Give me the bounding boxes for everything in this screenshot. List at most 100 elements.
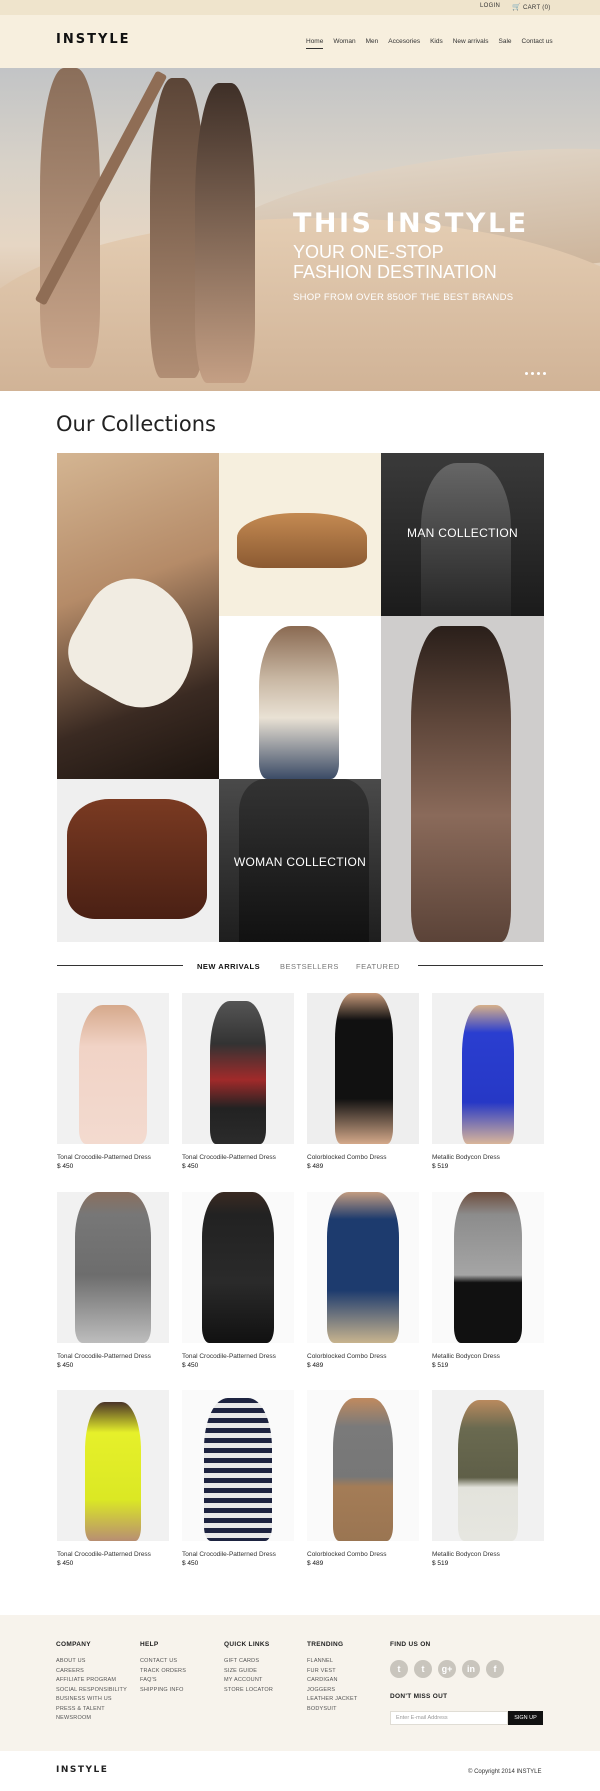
product-name[interactable]: Tonal Crocodile-Patterned Dress bbox=[182, 1353, 294, 1360]
product-image[interactable] bbox=[57, 1390, 169, 1541]
product-name[interactable]: Colorblocked Combo Dress bbox=[307, 1154, 419, 1161]
tab-new-arrivals[interactable]: NEW ARRIVALS bbox=[197, 962, 260, 971]
product-image[interactable] bbox=[432, 1390, 544, 1541]
product-name[interactable]: Colorblocked Combo Dress bbox=[307, 1353, 419, 1360]
cart-label: CART (0) bbox=[523, 5, 551, 11]
product-image[interactable] bbox=[307, 993, 419, 1144]
footer-heading: HELP bbox=[140, 1641, 159, 1648]
footer-link[interactable]: SHIPPING INFO bbox=[140, 1686, 186, 1696]
product-image[interactable] bbox=[182, 993, 294, 1144]
product-image[interactable] bbox=[432, 1192, 544, 1343]
footer-link[interactable]: BODYSUIT bbox=[307, 1705, 357, 1715]
product-name[interactable]: Tonal Crocodile-Patterned Dress bbox=[57, 1353, 169, 1360]
collection-sneaker-tile[interactable] bbox=[57, 453, 219, 779]
product-name[interactable]: Metallic Bodycon Dress bbox=[432, 1154, 544, 1161]
slider-dot[interactable] bbox=[531, 372, 534, 375]
hero-banner[interactable]: THIS INSTYLE YOUR ONE-STOP FASHION DESTI… bbox=[0, 68, 600, 391]
product-name[interactable]: Tonal Crocodile-Patterned Dress bbox=[182, 1154, 294, 1161]
footer-link[interactable]: MY ACCOUNT bbox=[224, 1676, 273, 1686]
product-name[interactable]: Colorblocked Combo Dress bbox=[307, 1551, 419, 1558]
product-image[interactable] bbox=[57, 1192, 169, 1343]
product-name[interactable]: Tonal Crocodile-Patterned Dress bbox=[57, 1154, 169, 1161]
product-card[interactable]: Colorblocked Combo Dress $ 489 bbox=[307, 1192, 419, 1369]
footer-link[interactable]: CAREERS bbox=[56, 1667, 127, 1677]
product-image[interactable] bbox=[182, 1390, 294, 1541]
cart-link[interactable]: 🛒 CART (0) bbox=[512, 3, 551, 11]
collection-man-tile[interactable]: MAN COLLECTION bbox=[381, 453, 544, 616]
footer-link[interactable]: FUR VEST bbox=[307, 1667, 357, 1677]
footer-heading: FIND US ON bbox=[390, 1641, 431, 1648]
twitter-icon[interactable]: t bbox=[414, 1660, 432, 1678]
footer-link[interactable]: NEWSROOM bbox=[56, 1714, 127, 1724]
product-image[interactable] bbox=[57, 993, 169, 1144]
woman-collection-label: WOMAN COLLECTION bbox=[233, 855, 367, 869]
product-name[interactable]: Metallic Bodycon Dress bbox=[432, 1353, 544, 1360]
footer-link[interactable]: FLANNEL bbox=[307, 1657, 357, 1667]
footer-link[interactable]: AFFILIATE PROGRAM bbox=[56, 1676, 127, 1686]
google-plus-icon[interactable]: g+ bbox=[438, 1660, 456, 1678]
footer-link[interactable]: CONTACT US bbox=[140, 1657, 186, 1667]
product-card[interactable]: Metallic Bodycon Dress $ 519 bbox=[432, 993, 544, 1170]
nav-kids[interactable]: Kids bbox=[430, 38, 443, 49]
nav-woman[interactable]: Woman bbox=[333, 38, 355, 49]
tab-bestsellers[interactable]: BESTSELLERS bbox=[280, 962, 339, 971]
login-link[interactable]: LOGIN bbox=[480, 3, 500, 9]
tab-featured[interactable]: FEATURED bbox=[356, 962, 400, 971]
product-image[interactable] bbox=[307, 1390, 419, 1541]
product-card[interactable]: Tonal Crocodile-Patterned Dress $ 450 bbox=[182, 993, 294, 1170]
cart-icon: 🛒 bbox=[512, 4, 522, 11]
collection-kid-tile[interactable] bbox=[219, 616, 381, 779]
sign-up-button[interactable]: SIGN UP bbox=[508, 1711, 543, 1725]
product-name[interactable]: Tonal Crocodile-Patterned Dress bbox=[182, 1551, 294, 1558]
footer-link[interactable]: PRESS & TALENT bbox=[56, 1705, 127, 1715]
product-card[interactable]: Tonal Crocodile-Patterned Dress $ 450 bbox=[57, 1192, 169, 1369]
nav-contact-us[interactable]: Contact us bbox=[522, 38, 553, 49]
footer-link[interactable]: GIFT CARDS bbox=[224, 1657, 273, 1667]
footer-link[interactable]: STORE LOCATOR bbox=[224, 1686, 273, 1696]
product-card[interactable]: Colorblocked Combo Dress $ 489 bbox=[307, 993, 419, 1170]
footer-link[interactable]: TRACK ORDERS bbox=[140, 1667, 186, 1677]
footer-link[interactable]: FAQ'S bbox=[140, 1676, 186, 1686]
footer-link[interactable]: BUSINESS WITH US bbox=[56, 1695, 127, 1705]
footer-logo[interactable]: INSTYLE bbox=[56, 1765, 108, 1775]
product-image[interactable] bbox=[307, 1192, 419, 1343]
footer-link[interactable]: SIZE GUIDE bbox=[224, 1667, 273, 1677]
product-name[interactable]: Tonal Crocodile-Patterned Dress bbox=[57, 1551, 169, 1558]
tumblr-icon[interactable]: t bbox=[390, 1660, 408, 1678]
nav-new-arrivals[interactable]: New arrivals bbox=[453, 38, 489, 49]
linkedin-icon[interactable]: in bbox=[462, 1660, 480, 1678]
footer-link[interactable]: SOCIAL RESPONSIBILITY bbox=[56, 1686, 127, 1696]
footer-link[interactable]: LEATHER JACKET bbox=[307, 1695, 357, 1705]
footer-link[interactable]: JOGGERS bbox=[307, 1686, 357, 1696]
tabs-divider-left bbox=[57, 965, 183, 966]
email-field[interactable]: Enter E-mail Address bbox=[390, 1711, 508, 1725]
product-image[interactable] bbox=[182, 1192, 294, 1343]
nav-men[interactable]: Men bbox=[366, 38, 379, 49]
product-name[interactable]: Metallic Bodycon Dress bbox=[432, 1551, 544, 1558]
product-card[interactable]: Colorblocked Combo Dress $ 489 bbox=[307, 1390, 419, 1567]
product-card[interactable]: Metallic Bodycon Dress $ 519 bbox=[432, 1192, 544, 1369]
nav-sale[interactable]: Sale bbox=[499, 38, 512, 49]
slider-dot[interactable] bbox=[525, 372, 528, 375]
collection-dress-tile[interactable] bbox=[381, 616, 544, 942]
slider-dot[interactable] bbox=[537, 372, 540, 375]
facebook-icon[interactable]: f bbox=[486, 1660, 504, 1678]
collection-boots-tile[interactable] bbox=[57, 779, 219, 942]
product-card[interactable]: Tonal Crocodile-Patterned Dress $ 450 bbox=[57, 993, 169, 1170]
social-icons: t t g+ in f bbox=[390, 1660, 504, 1678]
product-image[interactable] bbox=[432, 993, 544, 1144]
product-price: $ 450 bbox=[182, 1362, 199, 1369]
logo[interactable]: INSTYLE bbox=[56, 32, 131, 47]
product-card[interactable]: Tonal Crocodile-Patterned Dress $ 450 bbox=[57, 1390, 169, 1567]
footer-link[interactable]: CARDIGAN bbox=[307, 1676, 357, 1686]
product-card[interactable]: Tonal Crocodile-Patterned Dress $ 450 bbox=[182, 1390, 294, 1567]
collection-shoes-tile[interactable] bbox=[219, 453, 381, 616]
nav-home[interactable]: Home bbox=[306, 38, 324, 49]
slider-dot[interactable] bbox=[543, 372, 546, 375]
product-card[interactable]: Metallic Bodycon Dress $ 519 bbox=[432, 1390, 544, 1567]
footer-link[interactable]: ABOUT US bbox=[56, 1657, 127, 1667]
collection-woman-tile[interactable]: WOMAN COLLECTION bbox=[219, 779, 381, 942]
footer: COMPANY ABOUT US CAREERS AFFILIATE PROGR… bbox=[0, 1615, 600, 1751]
nav-accesories[interactable]: Accesories bbox=[388, 38, 420, 49]
product-card[interactable]: Tonal Crocodile-Patterned Dress $ 450 bbox=[182, 1192, 294, 1369]
